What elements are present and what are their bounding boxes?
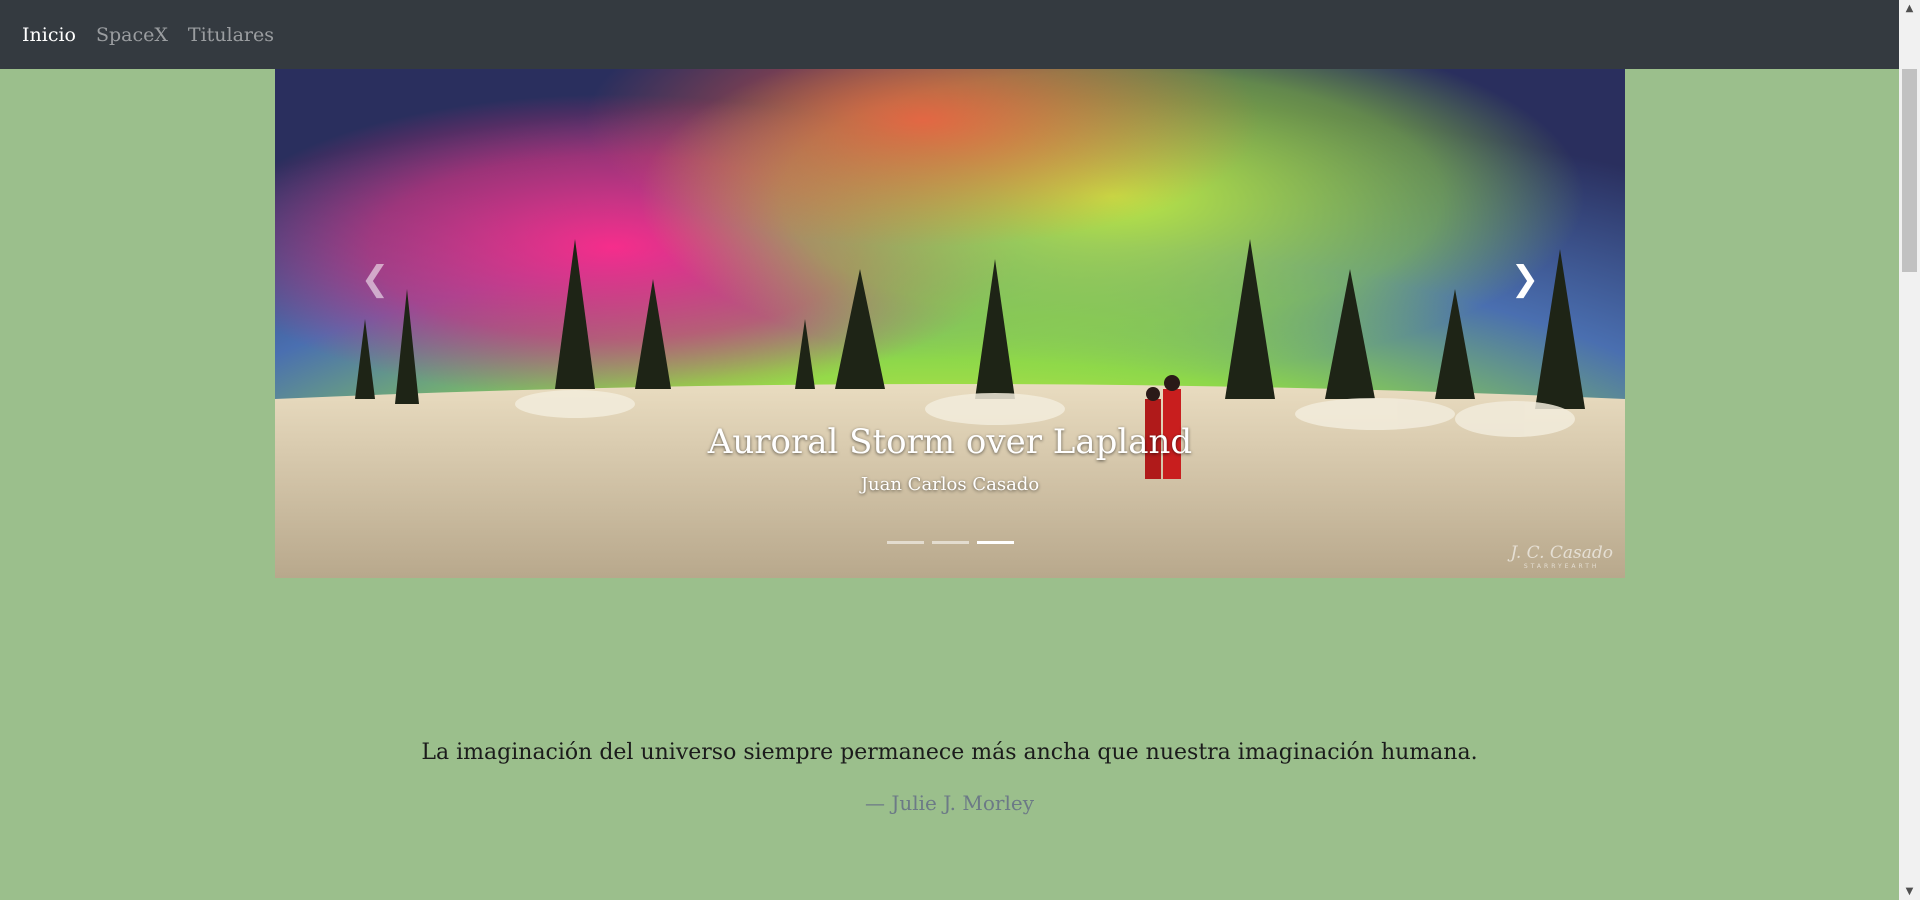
- slide-caption: Auroral Storm over Lapland Juan Carlos C…: [275, 422, 1625, 495]
- photographer-watermark: J. C. Casado STARRYEARTH: [1510, 543, 1613, 570]
- slide-title: Auroral Storm over Lapland: [707, 422, 1193, 462]
- page-scrollbar[interactable]: ▲ ▼: [1899, 0, 1920, 900]
- carousel-indicator-1[interactable]: [886, 541, 924, 544]
- nav-link-inicio[interactable]: Inicio: [22, 16, 76, 54]
- carousel-indicators: [275, 541, 1625, 544]
- quote-text: La imaginación del universo siempre perm…: [421, 740, 1478, 765]
- watermark-subtitle: STARRYEARTH: [1523, 563, 1600, 570]
- nav-link-titulares[interactable]: Titulares: [188, 16, 274, 54]
- chevron-left-icon: ❮: [360, 259, 390, 299]
- image-carousel: ❮ ❯ Auroral Storm over Lapland Juan Carl…: [275, 69, 1625, 578]
- carousel-indicator-2[interactable]: [931, 541, 969, 544]
- scroll-up-arrow-icon[interactable]: ▲: [1899, 0, 1920, 17]
- scroll-thumb[interactable]: [1902, 69, 1917, 272]
- top-navbar: Inicio SpaceX Titulares: [0, 0, 1899, 69]
- slide-author: Juan Carlos Casado: [860, 474, 1040, 495]
- scroll-down-arrow-icon[interactable]: ▼: [1899, 883, 1920, 900]
- chevron-right-icon: ❯: [1510, 259, 1540, 299]
- quote-author: — Julie J. Morley: [864, 791, 1035, 815]
- watermark-signature: J. C. Casado: [1510, 543, 1613, 563]
- quote-block: La imaginación del universo siempre perm…: [0, 740, 1899, 815]
- aurora-slide-image: [275, 69, 1625, 578]
- carousel-indicator-3[interactable]: [976, 541, 1014, 544]
- nav-link-spacex[interactable]: SpaceX: [96, 16, 168, 54]
